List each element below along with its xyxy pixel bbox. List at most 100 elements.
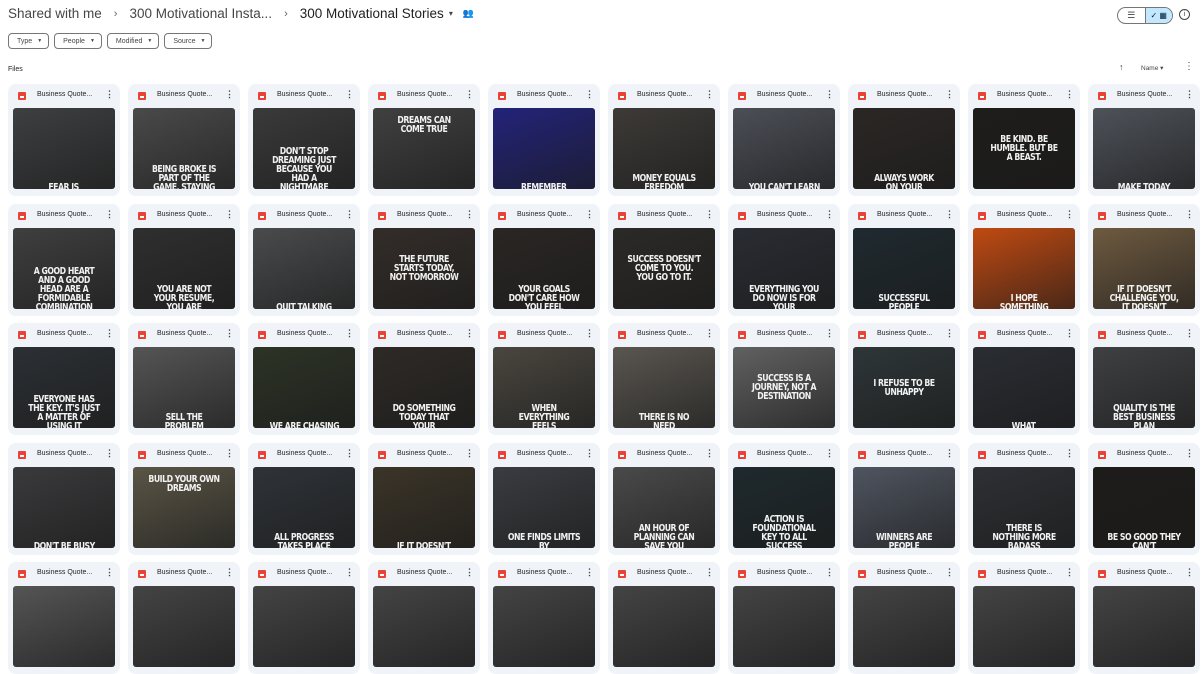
file-name[interactable]: Business Quote...: [277, 450, 332, 457]
file-card[interactable]: Business Quote...⋮: [968, 562, 1080, 674]
file-thumbnail[interactable]: The future starts today, not tomorrow: [373, 228, 475, 309]
more-actions-icon[interactable]: ⋮: [1185, 209, 1194, 220]
more-options-icon[interactable]: ⋮: [1184, 61, 1194, 72]
more-actions-icon[interactable]: ⋮: [345, 567, 354, 578]
file-name[interactable]: Business Quote...: [157, 569, 212, 576]
file-thumbnail[interactable]: Successful people: [853, 228, 955, 309]
more-actions-icon[interactable]: ⋮: [345, 328, 354, 339]
file-card[interactable]: Business Quote...⋮: [8, 562, 120, 674]
file-card[interactable]: Business Quote...⋮Be kind. Be humble. Bu…: [968, 84, 1080, 196]
file-card[interactable]: Business Quote...⋮Action is foundational…: [728, 443, 840, 555]
file-card[interactable]: Business Quote...⋮Don't stop dreaming ju…: [248, 84, 360, 196]
file-card[interactable]: Business Quote... ⋮ One finds limits by: [488, 443, 600, 555]
file-name[interactable]: Business Quote...: [757, 330, 812, 337]
file-thumbnail[interactable]: I refuse to be unhappy: [853, 347, 955, 428]
file-name[interactable]: Business Quote...: [397, 569, 452, 576]
more-actions-icon[interactable]: ⋮: [1065, 328, 1074, 339]
more-actions-icon[interactable]: ⋮: [585, 448, 594, 459]
file-name[interactable]: Business Quote...: [37, 211, 92, 218]
file-name[interactable]: Business Quote...: [397, 91, 452, 98]
file-card[interactable]: Business Quote...⋮: [1088, 562, 1200, 674]
file-thumbnail[interactable]: [373, 586, 475, 667]
file-name[interactable]: Business Quote...: [637, 330, 692, 337]
file-thumbnail[interactable]: You are not your resume, you are: [133, 228, 235, 309]
file-name[interactable]: Business Quote...: [1117, 91, 1172, 98]
file-thumbnail[interactable]: Make today: [1093, 108, 1195, 189]
file-name[interactable]: Business Quote...: [997, 450, 1052, 457]
more-actions-icon[interactable]: ⋮: [465, 567, 474, 578]
file-card[interactable]: Business Quote...⋮You can't learn: [728, 84, 840, 196]
breadcrumb-current-folder[interactable]: 300 Motivational Stories: [300, 6, 444, 21]
file-card[interactable]: Business Quote...⋮What: [968, 323, 1080, 435]
file-card[interactable]: Business Quote...⋮You are not your resum…: [128, 204, 240, 316]
file-card[interactable]: Business Quote...⋮An hour of planning ca…: [608, 443, 720, 555]
file-card[interactable]: Business Quote...⋮: [728, 562, 840, 674]
more-actions-icon[interactable]: ⋮: [945, 567, 954, 578]
file-name[interactable]: Business Quote...: [157, 211, 212, 218]
file-thumbnail[interactable]: When everything feels: [493, 347, 595, 428]
file-card[interactable]: Business Quote...⋮Quality is the best bu…: [1088, 323, 1200, 435]
file-thumbnail[interactable]: Remember: [493, 108, 595, 189]
more-actions-icon[interactable]: ⋮: [1185, 89, 1194, 100]
file-thumbnail[interactable]: Always work on your: [853, 108, 955, 189]
file-name[interactable]: Business Quote...: [517, 330, 572, 337]
file-thumbnail[interactable]: Success doesn't come to you. You go to i…: [613, 228, 715, 309]
file-thumbnail[interactable]: All progress takes place: [253, 467, 355, 548]
file-card[interactable]: Business Quote...⋮Always work on your: [848, 84, 960, 196]
file-card[interactable]: Business Quote... ⋮ The future starts toda…: [368, 204, 480, 316]
file-thumbnail[interactable]: Success is a journey, not a destination: [733, 347, 835, 428]
sort-direction-arrow-icon[interactable]: ↑: [1119, 62, 1124, 72]
file-name[interactable]: Business Quote...: [757, 450, 812, 457]
file-name[interactable]: Business Quote...: [277, 91, 332, 98]
file-card[interactable]: Business Quote...⋮There is no need: [608, 323, 720, 435]
file-name[interactable]: Business Quote...: [157, 450, 212, 457]
file-card[interactable]: Business Quote...⋮Quit talking: [248, 204, 360, 316]
more-actions-icon[interactable]: ⋮: [825, 448, 834, 459]
file-name[interactable]: Business Quote...: [877, 91, 932, 98]
file-name[interactable]: Business Quote...: [517, 91, 572, 98]
filter-modified[interactable]: Modified▼: [107, 33, 159, 49]
file-thumbnail[interactable]: [253, 586, 355, 667]
file-name[interactable]: Business Quote...: [37, 330, 92, 337]
file-thumbnail[interactable]: [13, 586, 115, 667]
file-card[interactable]: Business Quote...⋮If it doesn't: [368, 443, 480, 555]
more-actions-icon[interactable]: ⋮: [345, 448, 354, 459]
file-card[interactable]: Business Quote...⋮Fear is: [8, 84, 120, 196]
file-name[interactable]: Business Quote...: [637, 450, 692, 457]
file-thumbnail[interactable]: One finds limits by: [493, 467, 595, 548]
file-name[interactable]: Business Quote...: [1117, 450, 1172, 457]
file-thumbnail[interactable]: Being broke is part of the game, staying: [133, 108, 235, 189]
file-name[interactable]: Business Quote...: [517, 211, 572, 218]
file-name[interactable]: Business Quote...: [157, 330, 212, 337]
file-name[interactable]: Business Quote...: [517, 450, 572, 457]
file-thumbnail[interactable]: Be so good they can't: [1093, 467, 1195, 548]
more-actions-icon[interactable]: ⋮: [465, 448, 474, 459]
file-card[interactable]: Business Quote...⋮Build your own dreams: [128, 443, 240, 555]
more-actions-icon[interactable]: ⋮: [945, 448, 954, 459]
file-thumbnail[interactable]: Winners are people: [853, 467, 955, 548]
more-actions-icon[interactable]: ⋮: [465, 209, 474, 220]
file-name[interactable]: Business Quote...: [997, 211, 1052, 218]
file-thumbnail[interactable]: Don't stop dreaming just because you had…: [253, 108, 355, 189]
more-actions-icon[interactable]: ⋮: [225, 89, 234, 100]
more-actions-icon[interactable]: ⋮: [1185, 567, 1194, 578]
more-actions-icon[interactable]: ⋮: [705, 328, 714, 339]
more-actions-icon[interactable]: ⋮: [585, 209, 594, 220]
more-actions-icon[interactable]: ⋮: [705, 89, 714, 100]
file-thumbnail[interactable]: There is nothing more badass: [973, 467, 1075, 548]
file-name[interactable]: Business Quote...: [277, 330, 332, 337]
file-name[interactable]: Business Quote...: [757, 211, 812, 218]
more-actions-icon[interactable]: ⋮: [225, 567, 234, 578]
file-name[interactable]: Business Quote...: [997, 330, 1052, 337]
file-card[interactable]: Business Quote...⋮I hope something: [968, 204, 1080, 316]
more-actions-icon[interactable]: ⋮: [945, 209, 954, 220]
file-name[interactable]: Business Quote...: [397, 211, 452, 218]
file-card[interactable]: Business Quote...⋮Sell the problem: [128, 323, 240, 435]
more-actions-icon[interactable]: ⋮: [225, 328, 234, 339]
file-name[interactable]: Business Quote...: [757, 569, 812, 576]
more-actions-icon[interactable]: ⋮: [105, 567, 114, 578]
file-thumbnail[interactable]: Don't be busy: [13, 467, 115, 548]
grid-view-button[interactable]: ✓ ▦: [1145, 8, 1173, 23]
file-card[interactable]: Business Quote...⋮If it doesn't challeng…: [1088, 204, 1200, 316]
file-name[interactable]: Business Quote...: [37, 91, 92, 98]
